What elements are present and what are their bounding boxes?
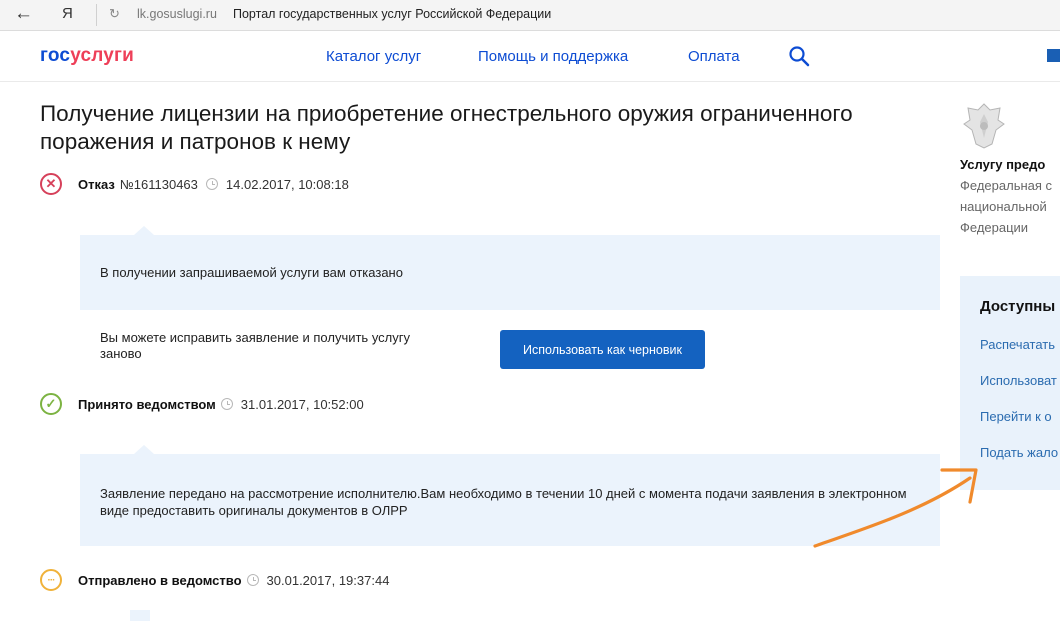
logo-part-uslugi: услуги	[70, 45, 135, 66]
refusal-message: В получении запрашиваемой услуги вам отк…	[100, 265, 403, 280]
fix-hint-text: Вы можете исправить заявление и получить…	[100, 330, 410, 361]
clock-icon	[246, 574, 259, 586]
status-label: Отказ	[78, 176, 115, 192]
panel-pointer	[134, 445, 154, 454]
status-date: 30.01.2017, 19:37:44	[266, 572, 390, 588]
status-date: 14.02.2017, 10:08:18	[225, 176, 349, 192]
action-goto-link[interactable]: Перейти к о	[980, 409, 1052, 424]
logo-part-gos: гос	[40, 45, 71, 66]
gosuslugi-logo[interactable]: госуслуги	[40, 45, 134, 67]
provider-line: Федерации	[960, 220, 1029, 235]
toolbar-divider	[96, 4, 97, 26]
back-arrow-icon[interactable]: ←	[14, 3, 33, 25]
mail-icon[interactable]	[1047, 49, 1060, 62]
nav-help[interactable]: Помощь и поддержка	[478, 48, 628, 65]
check-circle-icon: ✓	[40, 393, 62, 415]
reload-icon[interactable]: ↻	[109, 6, 120, 22]
nav-payment[interactable]: Оплата	[688, 48, 740, 65]
yandex-logo-icon[interactable]: Я	[62, 5, 73, 22]
coat-of-arms-icon	[960, 100, 1008, 152]
accepted-message: Заявление передано на рассмотрение испол…	[100, 486, 907, 518]
status-label: Принято ведомством	[78, 396, 216, 412]
available-actions-panel: Доступны Распечатать Использоват Перейти…	[960, 276, 1060, 490]
status-label: Отправлено в ведомство	[78, 572, 242, 588]
provider-heading: Услугу предо	[960, 157, 1046, 172]
action-use-link[interactable]: Использоват	[980, 373, 1057, 388]
accepted-message-panel: Заявление передано на рассмотрение испол…	[80, 445, 940, 546]
status-sent: ··· Отправлено в ведомство 30.01.2017, 1…	[40, 567, 389, 593]
panel-pointer	[134, 226, 154, 235]
cross-circle-icon: ✕	[40, 173, 62, 195]
search-icon[interactable]	[788, 45, 810, 72]
clock-icon	[220, 398, 233, 410]
clock-icon	[205, 178, 218, 190]
status-accepted: ✓ Принято ведомством 31.01.2017, 10:52:0…	[40, 391, 364, 417]
action-print-link[interactable]: Распечатать	[980, 337, 1055, 352]
use-as-draft-button[interactable]: Использовать как черновик	[500, 330, 705, 369]
action-complaint-link[interactable]: Подать жало	[980, 445, 1058, 460]
provider-line: национальной	[960, 199, 1047, 214]
site-header: госуслуги Каталог услуг Помощь и поддерж…	[0, 31, 1060, 82]
provider-line: Федеральная с	[960, 178, 1053, 193]
browser-toolbar: ← Я ↻ lk.gosuslugi.ru Портал государстве…	[0, 0, 1060, 31]
status-refusal: ✕ Отказ №161130463 14.02.2017, 10:08:18	[40, 171, 349, 197]
refusal-message-panel: В получении запрашиваемой услуги вам отк…	[80, 226, 940, 310]
address-bar-page-title[interactable]: Портал государственных услуг Российской …	[233, 7, 551, 21]
address-bar-url[interactable]: lk.gosuslugi.ru	[137, 7, 217, 21]
next-panel-edge	[130, 610, 150, 621]
status-number: №161130463	[119, 176, 198, 192]
provider-text: Федеральная с национальной Федерации	[960, 175, 1060, 238]
nav-catalog[interactable]: Каталог услуг	[326, 48, 421, 65]
pending-circle-icon: ···	[40, 569, 62, 591]
page-title: Получение лицензии на приобретение огнес…	[40, 101, 853, 154]
actions-heading: Доступны	[980, 298, 1056, 315]
status-date: 31.01.2017, 10:52:00	[240, 396, 364, 412]
